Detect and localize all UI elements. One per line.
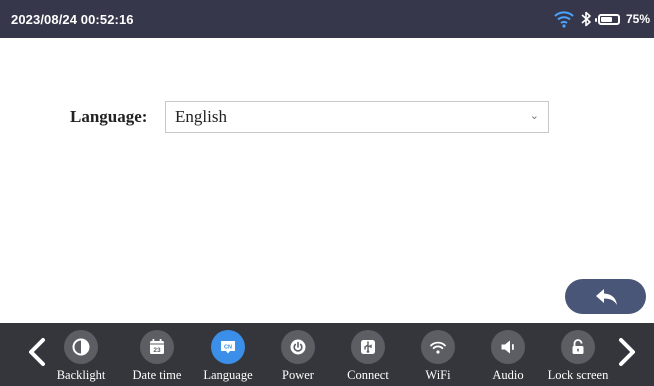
lock-icon xyxy=(572,339,584,354)
dock-icon-circle xyxy=(561,330,595,364)
dock-label: Lock screen xyxy=(547,368,609,382)
dock-icon-circle xyxy=(421,330,455,364)
bottom-dock: Backlight 23 Date time CN Language Power… xyxy=(0,323,654,386)
dock-item-date-time[interactable]: 23 Date time xyxy=(122,330,192,383)
wifi-icon xyxy=(554,11,574,28)
dock-icon-circle xyxy=(491,330,525,364)
speaker-icon xyxy=(501,340,514,354)
status-indicators: 75% xyxy=(554,0,650,38)
contrast-icon xyxy=(72,338,90,356)
chevron-down-icon: ⌄ xyxy=(529,110,539,122)
dock-label: Audio xyxy=(492,368,524,382)
dock-icon-circle xyxy=(64,330,98,364)
language-label: Language: xyxy=(70,107,148,126)
language-icon-text: CN xyxy=(224,344,232,350)
dock-item-connect[interactable]: Connect xyxy=(333,330,403,383)
dock-item-backlight[interactable]: Backlight xyxy=(46,330,116,383)
dock-label: Language xyxy=(203,368,253,382)
dock-label: Date time xyxy=(132,368,182,382)
dock-item-lock-screen[interactable]: Lock screen xyxy=(543,330,613,383)
dock-item-wifi[interactable]: WiFi xyxy=(403,330,473,383)
dock-label: Connect xyxy=(347,368,389,382)
dock-icon-circle: CN xyxy=(211,330,245,364)
back-button[interactable] xyxy=(565,279,646,314)
calendar-icon: 23 xyxy=(150,339,164,354)
scroll-right-arrow-icon[interactable] xyxy=(616,337,638,367)
language-select[interactable]: English ⌄ xyxy=(165,101,549,133)
calendar-day-text: 23 xyxy=(153,347,161,354)
dock-label: WiFi xyxy=(425,368,451,382)
dock-icon-circle: 23 xyxy=(140,330,174,364)
wifi-icon xyxy=(430,341,446,354)
language-icon: CN xyxy=(221,341,235,354)
dock-item-audio[interactable]: Audio xyxy=(473,330,543,383)
dock-label: Power xyxy=(282,368,314,382)
scroll-left-arrow-icon[interactable] xyxy=(26,337,48,367)
dock-icon-circle xyxy=(351,330,385,364)
usb-icon xyxy=(361,340,375,354)
settings-screen: 2023/08/24 00:52:16 75% Language: Englis… xyxy=(0,0,654,386)
power-icon xyxy=(290,339,306,355)
back-arrow-icon xyxy=(595,288,617,305)
battery-level xyxy=(600,16,613,22)
bluetooth-icon xyxy=(581,11,591,27)
dock-item-language[interactable]: CN Language xyxy=(193,330,263,383)
status-bar: 2023/08/24 00:52:16 75% xyxy=(0,0,654,38)
battery-icon xyxy=(594,13,620,25)
dock-label: Backlight xyxy=(56,368,106,382)
battery-percent: 75% xyxy=(625,12,650,26)
status-datetime: 2023/08/24 00:52:16 xyxy=(11,11,134,27)
dock-icon-circle xyxy=(281,330,315,364)
dock-item-power[interactable]: Power xyxy=(263,330,333,383)
language-select-value: English xyxy=(175,107,227,126)
